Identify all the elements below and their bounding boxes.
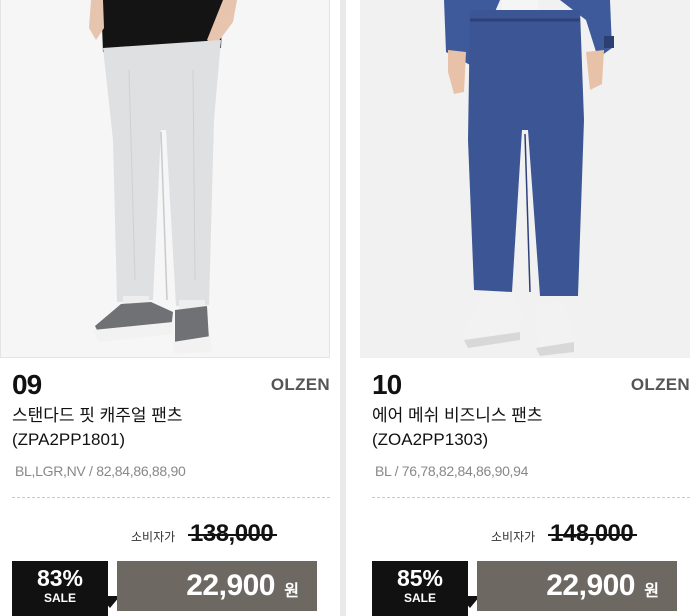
product-sizes: BL / 76,78,82,84,86,90,94 <box>375 463 529 479</box>
sale-price-box: 22,900 원 <box>477 561 677 611</box>
divider-line <box>372 497 690 498</box>
product-number: 10 <box>372 369 402 400</box>
product-code: (ZOA2PP1303) <box>372 430 489 449</box>
discount-percent: 83% <box>36 565 84 591</box>
product-card-09[interactable]: 09 OLZEN 스탠다드 핏 캐주얼 팬츠 (ZPA2PP1801) BL,L… <box>0 0 330 616</box>
discount-badge: 83% SALE <box>12 561 108 616</box>
product-sizes: BL,LGR,NV / 82,84,86,88,90 <box>15 463 186 479</box>
product-code: (ZPA2PP1801) <box>12 430 126 449</box>
product-number: 09 <box>12 369 42 400</box>
brand-name: OLZEN <box>270 375 330 394</box>
sale-price: 22,900 <box>186 569 275 602</box>
column-divider <box>340 0 346 616</box>
sale-label: SALE <box>43 591 76 605</box>
discount-percent: 85% <box>396 565 444 591</box>
product-image[interactable] <box>360 0 690 358</box>
product-image[interactable] <box>0 0 330 358</box>
divider-line <box>12 497 330 498</box>
original-price-label: 소비자가 <box>491 530 536 544</box>
currency-unit: 원 <box>284 583 299 600</box>
currency-unit: 원 <box>644 583 659 600</box>
sale-label: SALE <box>403 591 436 605</box>
original-price-label: 소비자가 <box>131 530 176 544</box>
brand-name: OLZEN <box>630 375 690 394</box>
product-name[interactable]: 에어 메쉬 비즈니스 팬츠 <box>372 404 543 428</box>
sale-price: 22,900 <box>546 569 635 602</box>
original-price: 148,000 <box>547 520 638 547</box>
discount-badge: 85% SALE <box>372 561 468 616</box>
sale-price-box: 22,900 원 <box>117 561 317 611</box>
original-price: 138,000 <box>187 520 278 547</box>
product-name[interactable]: 스탠다드 핏 캐주얼 팬츠 <box>12 404 183 428</box>
product-card-10[interactable]: 10 OLZEN 에어 메쉬 비즈니스 팬츠 (ZOA2PP1303) BL /… <box>360 0 690 616</box>
